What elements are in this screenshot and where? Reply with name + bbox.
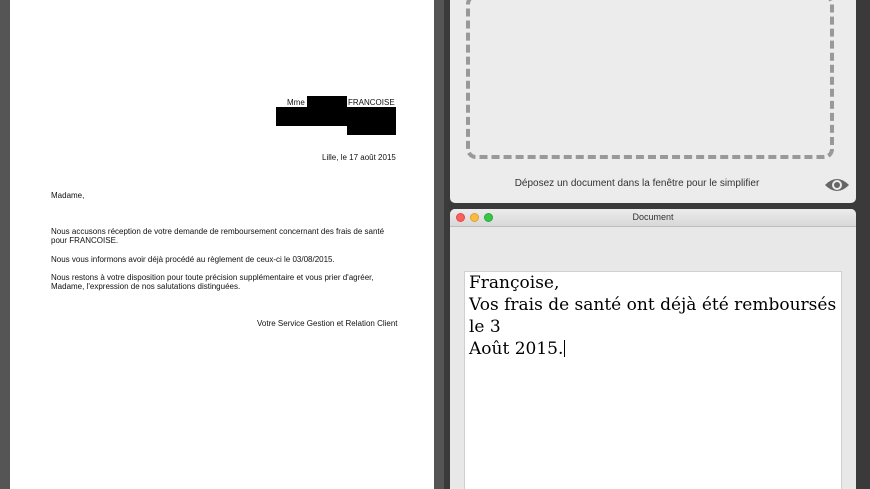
document-line-last: Août 2015. bbox=[469, 338, 839, 360]
paragraph-2: Nous vous informons avoir déjà procédé a… bbox=[51, 255, 335, 264]
document-editor[interactable]: Françoise, Vos frais de santé ont déjà é… bbox=[464, 271, 842, 489]
redaction-block bbox=[276, 107, 396, 126]
document-line: Vos frais de santé ont déjà été rembours… bbox=[469, 295, 837, 337]
document-window: Document Françoise, Vos frais de santé o… bbox=[450, 209, 856, 489]
paragraph-1-line-2: pour FRANCOISE. bbox=[51, 236, 119, 245]
eye-icon[interactable] bbox=[824, 176, 850, 194]
signature: Votre Service Gestion et Relation Client bbox=[257, 319, 398, 328]
date-line: Lille, le 17 août 2015 bbox=[322, 153, 396, 162]
text-cursor bbox=[564, 340, 566, 357]
document-line: Août 2015. bbox=[469, 339, 564, 359]
document-line: Françoise, bbox=[469, 273, 560, 293]
window-titlebar[interactable]: Document bbox=[450, 209, 856, 227]
salutation: Madame, bbox=[51, 191, 85, 200]
window-title: Document bbox=[632, 212, 674, 222]
letter-document: Mme FRANCOISE Lille, le 17 août 2015 Mad… bbox=[10, 0, 434, 489]
drop-area[interactable] bbox=[466, 0, 834, 159]
drop-instructions: Déposez un document dans la fenêtre pour… bbox=[514, 178, 760, 189]
paragraph-3-line-2: Madame, l'expression de nos salutations … bbox=[51, 282, 241, 291]
document-text[interactable]: Françoise, Vos frais de santé ont déjà é… bbox=[469, 272, 839, 360]
redaction-block bbox=[347, 126, 396, 135]
redaction-block bbox=[307, 96, 347, 107]
drop-zone-panel[interactable]: Déposez un document dans la fenêtre pour… bbox=[450, 0, 856, 203]
